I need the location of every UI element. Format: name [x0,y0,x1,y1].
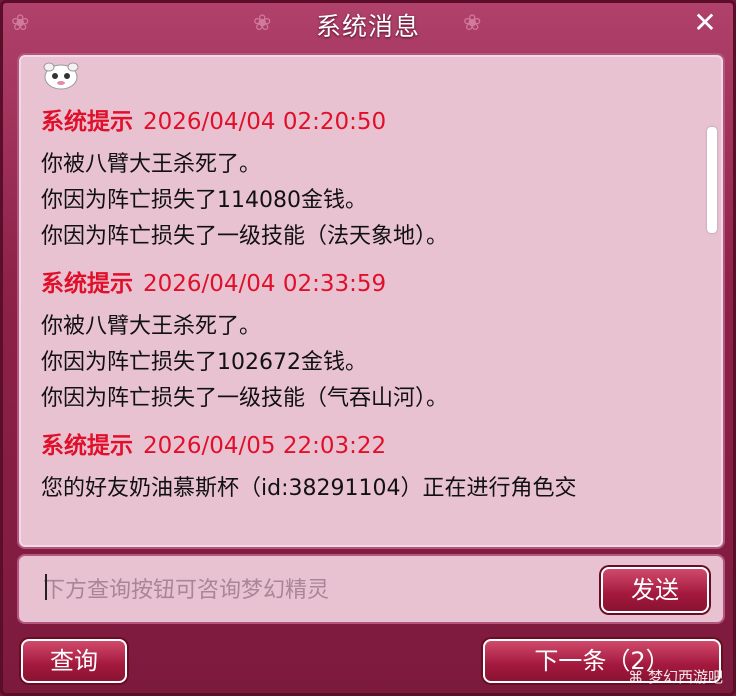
message-line: 你因为阵亡损失了102672金钱。 [41,350,367,375]
message-header: 系统提示 2026/04/04 02:33:59 [41,269,691,299]
system-label: 系统提示 [41,433,133,459]
watermark: ⌘ 梦幻西游吧 [628,668,723,686]
system-message-window: ❀ ❀ ❀ 系统消息 ✕ 系统提示 2026/04/04 02:20:50 你被八… [0,0,736,696]
message-line: 你被八臂大王杀死了。 [41,152,262,177]
title-bar[interactable]: ❀ ❀ ❀ 系统消息 ✕ [3,3,733,45]
timestamp: 2026/04/04 02:20:50 [143,109,387,135]
message-entry: 系统提示 2026/04/04 02:33:59 你被八臂大王杀死了。 你因为阵亡… [41,269,691,417]
mascot-icon [43,62,79,90]
message-panel[interactable]: 系统提示 2026/04/04 02:20:50 你被八臂大王杀死了。 你因为阵亡… [17,53,725,549]
input-placeholder: 下方查询按钮可咨询梦幻精灵 [43,578,330,603]
timestamp: 2026/04/05 22:03:22 [143,433,387,459]
message-line: 你被八臂大王杀死了。 [41,314,262,339]
message-list: 系统提示 2026/04/04 02:20:50 你被八臂大王杀死了。 你因为阵亡… [41,107,691,521]
window-title: 系统消息 [315,12,420,41]
message-line: 你因为阵亡损失了一级技能（气吞山河）。 [41,386,449,411]
scrollbar-thumb[interactable] [707,127,717,233]
system-label: 系统提示 [41,109,133,135]
message-line: 你因为阵亡损失了114080金钱。 [41,188,367,213]
message-header: 系统提示 2026/04/04 02:20:50 [41,107,691,137]
message-line: 你因为阵亡损失了一级技能（法天象地）。 [41,224,449,249]
timestamp: 2026/04/04 02:33:59 [143,271,387,297]
system-label: 系统提示 [41,271,133,297]
query-button[interactable]: 查询 [21,639,127,683]
message-entry: 系统提示 2026/04/04 02:20:50 你被八臂大王杀死了。 你因为阵亡… [41,107,691,255]
message-header: 系统提示 2026/04/05 22:03:22 [41,431,691,461]
close-icon[interactable]: ✕ [691,9,719,37]
message-line: 您的好友奶油慕斯杯（id:38291104）正在进行角色交 [41,476,577,501]
text-caret [45,574,47,600]
send-button[interactable]: 发送 [601,567,709,613]
message-entry: 系统提示 2026/04/05 22:03:22 您的好友奶油慕斯杯（id:382… [41,431,691,507]
